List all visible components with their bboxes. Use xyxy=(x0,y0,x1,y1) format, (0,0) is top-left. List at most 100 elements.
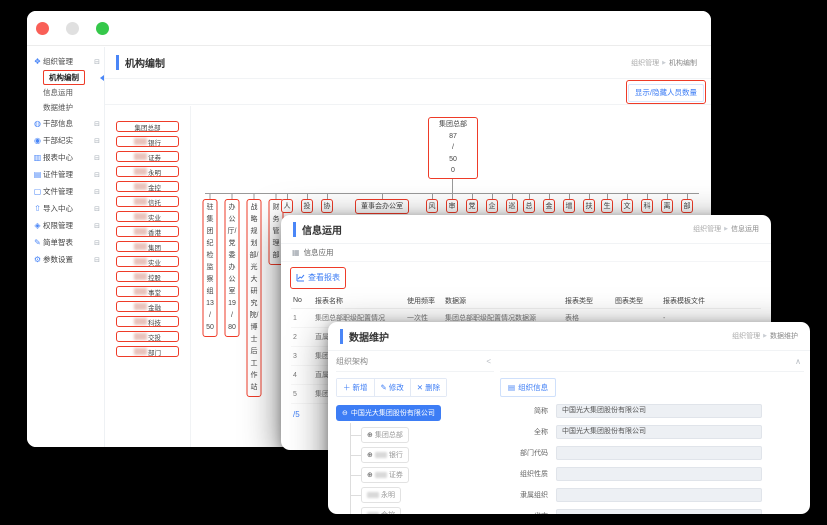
collapse-left-icon[interactable]: < xyxy=(486,357,494,366)
unit-item-14[interactable]: 交投 xyxy=(116,331,179,342)
org-dept-stub-r5[interactable]: 总 xyxy=(523,199,535,213)
unit-item-13[interactable]: 科技 xyxy=(116,316,179,327)
collapse-icon[interactable]: ⊟ xyxy=(94,154,100,162)
unit-item-1[interactable]: 银行 xyxy=(116,136,179,147)
sidebar-subitem-0-0[interactable]: 机构编制 xyxy=(27,70,104,85)
tab-org-info[interactable]: ▤ 组织信息 xyxy=(500,378,556,397)
unit-item-4[interactable]: 金控 xyxy=(116,181,179,192)
sidebar-item-1[interactable]: ◍干部信息⊟ xyxy=(27,115,104,132)
tree-node-0[interactable]: ⊕集团总部 xyxy=(361,427,409,443)
org-dept-stub-r1[interactable]: 审 xyxy=(446,199,458,213)
breadcrumb-parent[interactable]: 组织管理 xyxy=(631,58,659,68)
unit-item-0[interactable]: 集团总部 xyxy=(116,121,179,132)
sidebar-item-8[interactable]: ✎简单智表⊟ xyxy=(27,234,104,251)
org-dept-stub-r13[interactable]: 部 xyxy=(681,199,693,213)
breadcrumb-parent[interactable]: 组织管理 xyxy=(732,331,760,341)
org-dept-node-2[interactable]: 战略规划部/光大研究院/博士后工作站 xyxy=(247,199,262,397)
collapse-up-icon[interactable]: ∧ xyxy=(795,357,804,366)
collapse-icon[interactable]: ⊟ xyxy=(94,256,100,264)
sidebar-item-0[interactable]: ❖组织管理⊟ xyxy=(27,53,104,70)
redacted-text xyxy=(134,183,147,190)
org-dept-stub-r4[interactable]: 巡 xyxy=(506,199,518,213)
field-input-5[interactable] xyxy=(556,509,762,514)
collapse-node-icon[interactable]: ⊖ xyxy=(342,409,348,417)
org-dept-node-1[interactable]: 办公厅/党委办公室 19 / 80 xyxy=(225,199,240,337)
edit-icon: ✎ xyxy=(381,383,387,392)
close-button[interactable] xyxy=(36,22,49,35)
unit-item-11[interactable]: 事堂 xyxy=(116,286,179,297)
collapse-icon[interactable]: ⊟ xyxy=(94,239,100,247)
unit-item-3[interactable]: 永明 xyxy=(116,166,179,177)
sidebar-item-4[interactable]: ▤证件管理⊟ xyxy=(27,166,104,183)
org-dept-stub-1[interactable]: 投 xyxy=(301,199,313,213)
field-input-3[interactable] xyxy=(556,467,762,481)
collapse-icon[interactable]: ⊟ xyxy=(94,222,100,230)
sidebar-item-3[interactable]: ▥报表中心⊟ xyxy=(27,149,104,166)
collapse-icon[interactable]: ⊟ xyxy=(94,120,100,128)
collapse-icon[interactable]: ⊟ xyxy=(94,205,100,213)
sidebar-item-6[interactable]: ⇧导入中心⊟ xyxy=(27,200,104,217)
chart-connector-line xyxy=(452,179,453,193)
org-root-node[interactable]: 集团总部 87 / 50 0 xyxy=(428,117,478,179)
view-report-label: 查看报表 xyxy=(308,272,340,283)
collapse-icon[interactable]: ⊟ xyxy=(94,188,100,196)
expand-icon[interactable]: ⊕ xyxy=(367,471,373,479)
sidebar-subitem-0-1[interactable]: 信息运用 xyxy=(27,85,104,100)
org-dept-node-0[interactable]: 驻集团纪检监察组 13 / 50 xyxy=(203,199,218,337)
tree-node-1[interactable]: ⊕银行 xyxy=(361,447,409,463)
view-report-button[interactable]: 查看报表 xyxy=(292,270,344,285)
org-dept-stub-r10[interactable]: 文 xyxy=(621,199,633,213)
expand-icon[interactable]: ⊕ xyxy=(367,451,373,459)
field-input-4[interactable] xyxy=(556,488,762,502)
field-input-1[interactable]: 中国光大集团股份有限公司 xyxy=(556,425,762,439)
org-dept-stub-r7[interactable]: 增 xyxy=(563,199,575,213)
collapse-icon[interactable]: ⊟ xyxy=(94,137,100,145)
sidebar-subitem-0-2[interactable]: 数据维护 xyxy=(27,100,104,115)
tree-node-4[interactable]: 金控 xyxy=(361,507,401,514)
org-dept-stub-r12[interactable]: 离 xyxy=(661,199,673,213)
sidebar-item-7[interactable]: ◈权限管理⊟ xyxy=(27,217,104,234)
sidebar-item-2[interactable]: ◉干部纪实⊟ xyxy=(27,132,104,149)
org-dept-node-board[interactable]: 董事会办公室 xyxy=(355,199,409,214)
unit-item-8[interactable]: 集团 xyxy=(116,241,179,252)
tree-node-3[interactable]: 永明 xyxy=(361,487,401,503)
org-dept-stub-r0[interactable]: 风 xyxy=(426,199,438,213)
org-dept-stub-r11[interactable]: 科 xyxy=(641,199,653,213)
unit-item-15[interactable]: 部门 xyxy=(116,346,179,357)
unit-item-10[interactable]: 控股 xyxy=(116,271,179,282)
org-dept-stub-r8[interactable]: 扶 xyxy=(583,199,595,213)
tree-node-2[interactable]: ⊕证券 xyxy=(361,467,409,483)
delete-button[interactable]: ✕删除 xyxy=(411,379,446,396)
tree-root-node[interactable]: ⊖ 中国光大集团股份有限公司 xyxy=(336,405,441,421)
minimize-button[interactable] xyxy=(66,22,79,35)
org-dept-stub-r9[interactable]: 生 xyxy=(601,199,613,213)
maximize-button[interactable] xyxy=(96,22,109,35)
toggle-personnel-count-button[interactable]: 显示/隐藏人员数量 xyxy=(628,84,704,102)
edit-button[interactable]: ✎修改 xyxy=(375,379,411,396)
collapse-icon[interactable]: ⊟ xyxy=(94,58,100,66)
field-input-0[interactable]: 中国光大集团股份有限公司 xyxy=(556,404,762,418)
add-button[interactable]: ＋新增 xyxy=(337,379,375,396)
unit-item-5[interactable]: 信托 xyxy=(116,196,179,207)
unit-item-7[interactable]: 香港 xyxy=(116,226,179,237)
unit-item-2[interactable]: 证券 xyxy=(116,151,179,162)
field-label: 简称 xyxy=(500,406,548,416)
org-dept-stub-0[interactable]: 人 xyxy=(281,199,293,213)
sidebar-item-5[interactable]: ▢文件管理⊟ xyxy=(27,183,104,200)
collapse-icon[interactable]: ⊟ xyxy=(94,171,100,179)
sidebar-item-label: 报表中心 xyxy=(43,152,94,163)
section-bar: ▦ 信息应用 xyxy=(281,244,771,262)
breadcrumb-parent[interactable]: 组织管理 xyxy=(693,224,721,234)
sidebar-item-9[interactable]: ⚙参数设置⊟ xyxy=(27,251,104,268)
org-dept-stub-2[interactable]: 协 xyxy=(321,199,333,213)
unit-item-6[interactable]: 实业 xyxy=(116,211,179,222)
sidebar-subitem-label: 数据维护 xyxy=(43,102,73,113)
expand-icon[interactable]: ⊕ xyxy=(367,431,373,439)
section-label: 信息应用 xyxy=(304,247,334,258)
org-dept-stub-r3[interactable]: 企 xyxy=(486,199,498,213)
unit-item-12[interactable]: 金融 xyxy=(116,301,179,312)
field-input-2[interactable] xyxy=(556,446,762,460)
unit-item-9[interactable]: 实业 xyxy=(116,256,179,267)
org-dept-stub-r2[interactable]: 党 xyxy=(466,199,478,213)
org-dept-stub-r6[interactable]: 金 xyxy=(543,199,555,213)
